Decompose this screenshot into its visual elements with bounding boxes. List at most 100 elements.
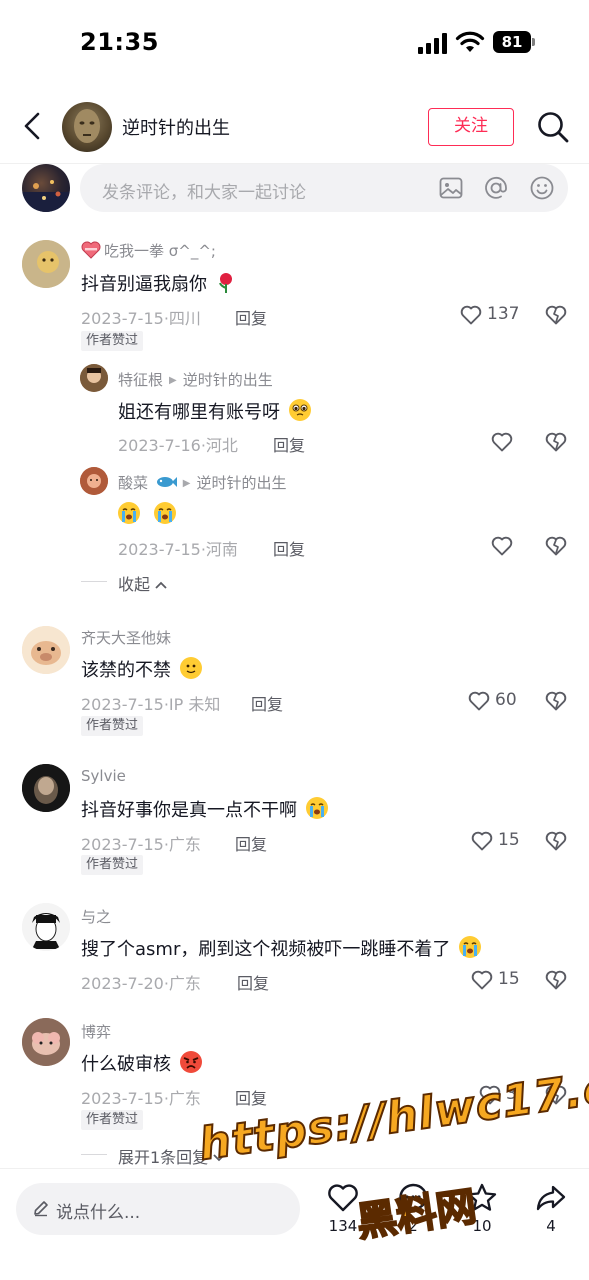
dislike-icon[interactable] <box>544 534 568 558</box>
mention-icon[interactable] <box>483 175 509 201</box>
commenter-name[interactable]: 与之 <box>81 906 111 927</box>
author-name[interactable]: 逆时针的出生 <box>122 114 230 140</box>
wifi-icon <box>455 31 485 52</box>
share-icon <box>536 1185 566 1211</box>
author-liked-badge: 作者赞过 <box>81 855 144 875</box>
dislike-icon[interactable] <box>544 829 568 853</box>
comment-text-content: 该禁的不禁 <box>81 660 171 681</box>
dislike-icon[interactable] <box>544 968 568 992</box>
comment-text-content: 抖音别逼我扇你 <box>81 274 207 295</box>
reply-button[interactable]: 回复 <box>235 1085 267 1109</box>
comment-count: 2 <box>408 1217 418 1235</box>
like-button[interactable]: 15 <box>470 829 520 853</box>
comment-date: 2023-7-15 <box>81 835 164 854</box>
expand-label: 展开1条回复 <box>118 1148 209 1167</box>
reply-button[interactable]: 回复 <box>273 536 305 560</box>
commenter-name[interactable]: Sylvie <box>81 767 126 785</box>
comment-item: 博弈 什么破审核 2023-7-15·广东 回复 3 作者赞过 展开1条回复 <box>0 1016 589 1168</box>
back-icon[interactable] <box>18 108 48 144</box>
comment-text: 该禁的不禁 <box>81 656 202 682</box>
commenter-avatar[interactable] <box>22 764 70 812</box>
dislike-icon[interactable] <box>544 303 568 327</box>
reply-meta: 2023-7-15·河南 <box>118 540 238 559</box>
heart-icon[interactable] <box>490 534 514 558</box>
like-count: 3 <box>506 1084 517 1104</box>
like-count: 134 <box>328 1217 358 1235</box>
image-icon[interactable] <box>438 175 464 201</box>
emoji-icon[interactable] <box>529 175 555 201</box>
heart-icon <box>468 691 490 711</box>
reply-button[interactable]: 回复 <box>235 305 267 329</box>
commenter-name-text: 吃我一拳 σ^_^; <box>104 242 216 260</box>
reply-text <box>118 502 176 526</box>
comment-button[interactable]: 2 <box>388 1181 438 1241</box>
comment-bubble-icon <box>399 1183 428 1212</box>
comment-location: IP 未知 <box>168 695 221 714</box>
comment-meta: 2023-7-15·四川 <box>81 309 201 328</box>
like-count: 15 <box>498 969 520 989</box>
commenter-name[interactable]: 齐天大圣他妹 <box>81 627 171 648</box>
comment-text: 抖音别逼我扇你 <box>81 270 235 296</box>
heart-icon[interactable] <box>490 430 514 454</box>
comment-text: 搜了个asmr，刷到这个视频被吓一跳睡不着了 <box>81 935 482 961</box>
share-button[interactable]: 4 <box>526 1181 576 1241</box>
reply-name-text: 酸菜 <box>118 474 149 492</box>
reply-button[interactable]: 回复 <box>235 831 267 855</box>
say-something-input[interactable]: 说点什么... <box>16 1183 300 1235</box>
follow-button[interactable]: 关注 <box>428 108 514 146</box>
heart-icon <box>328 1184 358 1212</box>
comment-location: 广东 <box>168 1089 201 1108</box>
heart-icon <box>479 1085 501 1105</box>
dislike-icon[interactable] <box>544 1083 568 1107</box>
reply-text-content: 姐还有哪里有账号呀 <box>118 402 280 423</box>
reply-location: 河南 <box>205 540 238 559</box>
commenter-avatar[interactable] <box>22 1018 70 1066</box>
commenter-avatar[interactable] <box>22 626 70 674</box>
search-icon[interactable] <box>536 110 570 144</box>
battery-icon: 81 <box>493 31 535 53</box>
comment-date: 2023-7-15 <box>81 695 164 714</box>
reply-name[interactable]: 特征根 ▶ 逆时针的出生 <box>118 369 273 390</box>
divider <box>81 581 107 582</box>
like-button[interactable]: 137 <box>459 303 519 327</box>
comment-meta: 2023-7-15·IP 未知 <box>81 695 221 714</box>
like-button[interactable]: 3 <box>478 1083 518 1107</box>
commenter-avatar[interactable] <box>22 240 70 288</box>
commenter-name[interactable]: 吃我一拳 σ^_^; <box>81 240 216 261</box>
reply-button[interactable]: 回复 <box>237 970 269 994</box>
favorite-button[interactable]: 10 <box>457 1181 507 1241</box>
dislike-icon[interactable] <box>544 689 568 713</box>
comment-text-content: 抖音好事你是真一点不干啊 <box>81 800 297 821</box>
favorite-count: 10 <box>472 1217 492 1235</box>
comment-input[interactable]: 发条评论，和大家一起讨论 <box>80 164 568 212</box>
author-liked-badge: 作者赞过 <box>81 716 144 736</box>
pen-icon <box>34 1201 48 1217</box>
expand-replies-button[interactable]: 展开1条回复 <box>118 1144 225 1168</box>
comment-meta: 2023-7-20·广东 <box>81 974 201 993</box>
comment-composer: 发条评论，和大家一起讨论 <box>0 162 589 218</box>
share-count: 4 <box>546 1217 556 1235</box>
reply-button[interactable]: 回复 <box>251 691 283 715</box>
status-bar: 21:35 81 <box>0 0 589 88</box>
author-liked-badge: 作者赞过 <box>81 331 144 351</box>
chevron-up-icon <box>155 581 167 589</box>
author-avatar[interactable] <box>62 102 112 152</box>
reply-name[interactable]: 酸菜 ▶ 逆时针的出生 <box>118 472 287 493</box>
commenter-avatar[interactable] <box>22 903 70 951</box>
comment-meta: 2023-7-15·广东 <box>81 835 201 854</box>
reply-button[interactable]: 回复 <box>273 432 305 456</box>
collapse-replies-button[interactable]: 收起 <box>118 571 167 595</box>
like-video-button[interactable]: 134 <box>318 1181 368 1241</box>
author-liked-badge: 作者赞过 <box>81 1110 144 1130</box>
reply-avatar[interactable] <box>80 467 108 495</box>
reply-date: 2023-7-15 <box>118 540 201 559</box>
angry-emoji-icon <box>179 1051 202 1073</box>
dislike-icon[interactable] <box>544 430 568 454</box>
reply-avatar[interactable] <box>80 364 108 392</box>
like-button[interactable]: 15 <box>470 968 520 992</box>
comment-item: 与之 搜了个asmr，刷到这个视频被吓一跳睡不着了 2023-7-20·广东 回… <box>0 901 589 1001</box>
like-button[interactable]: 60 <box>467 689 519 713</box>
crying-emoji-icon <box>153 502 176 524</box>
reply-name-text: 特征根 <box>118 371 164 389</box>
commenter-name[interactable]: 博弈 <box>81 1021 111 1042</box>
